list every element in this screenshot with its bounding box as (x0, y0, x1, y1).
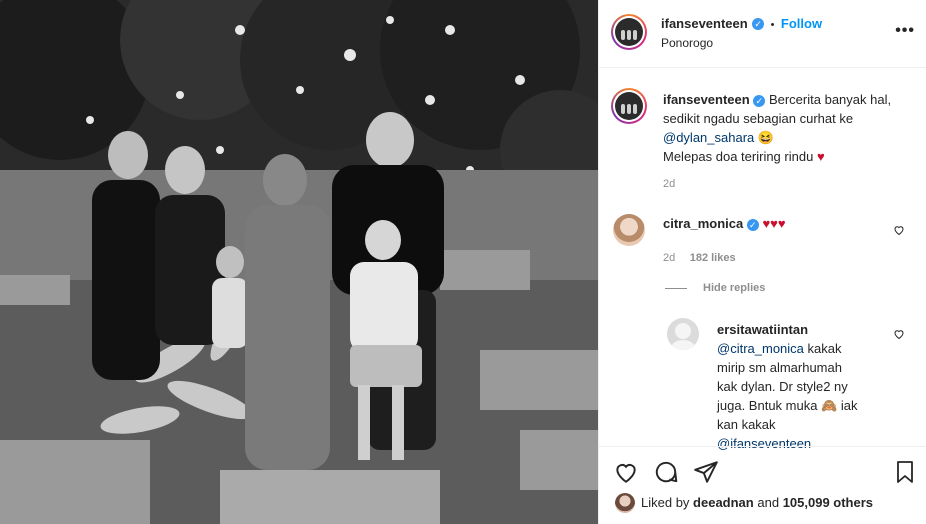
comment-username[interactable]: citra_monica (663, 216, 743, 231)
caption-time[interactable]: 2d (663, 178, 675, 190)
caption-username[interactable]: ifanseventeen (663, 92, 750, 107)
author-username[interactable]: ifanseventeen (661, 16, 748, 31)
laughing-emoji-icon: 😆 (757, 130, 775, 145)
liked-by: Liked by deeadnan and 105,099 others (641, 495, 873, 510)
reply-line-1: kakak (803, 341, 842, 356)
comment-like-heart-icon[interactable] (893, 224, 905, 236)
liked-by-avatar[interactable] (615, 493, 635, 513)
liked-by-and: and (757, 495, 780, 510)
hide-replies-button[interactable]: Hide replies (703, 282, 765, 294)
verified-badge-icon: ✓ (752, 17, 765, 30)
caption-author-avatar[interactable] (611, 88, 647, 124)
comment-likes[interactable]: 182 likes (690, 252, 736, 264)
caption-line-2: sedikit ngadu sebagian curhat ke (663, 111, 854, 126)
commenter-avatar[interactable] (613, 214, 645, 246)
reply-line-4-rest: iak (837, 398, 858, 413)
comment: citra_monica ✓ ♥♥♥ (663, 214, 786, 233)
reply: ersitawatiintan @citra_monica kakak miri… (717, 320, 917, 453)
verified-badge-icon: ✓ (753, 94, 766, 107)
post-side-panel: ifanseventeen ✓ • Follow Ponorogo ••• if… (598, 0, 926, 524)
comment-bubble-icon[interactable] (653, 459, 679, 485)
save-bookmark-icon[interactable] (893, 459, 917, 485)
reply-line-3: kak dylan. Dr style2 ny (717, 379, 848, 394)
liked-by-count[interactable]: 105,099 others (783, 495, 873, 510)
caption: ifanseventeen ✓ Bercerita banyak hal, se… (663, 90, 913, 166)
post-header: ifanseventeen ✓ • Follow Ponorogo ••• (599, 0, 926, 68)
photo-illustration (0, 0, 598, 524)
reply-line-2: mirip sm almarhumah (717, 360, 842, 375)
post-photo[interactable] (0, 0, 598, 524)
comment-text: ♥♥♥ (762, 216, 786, 231)
share-paper-plane-icon[interactable] (693, 459, 719, 485)
post-location[interactable]: Ponorogo (661, 36, 713, 50)
reply-line-4: juga. Bntuk muka (717, 398, 818, 413)
monkey-emoji-icon: 🙈 (821, 398, 838, 413)
liked-by-user[interactable]: deeadnan (693, 495, 754, 510)
replies-divider (665, 288, 687, 289)
comment-time[interactable]: 2d (663, 252, 675, 264)
separator-dot: • (770, 19, 775, 31)
like-heart-icon[interactable] (613, 459, 639, 485)
reply-avatar[interactable] (667, 318, 699, 350)
liked-by-prefix: Liked by (641, 495, 690, 510)
heart-emoji-icon: ♥ (816, 149, 825, 164)
author-avatar[interactable] (611, 14, 647, 50)
caption-line-1: Bercerita banyak hal, (768, 92, 892, 107)
reply-line-5: kan kakak (717, 417, 776, 432)
post-actions: Liked by deeadnan and 105,099 others (599, 446, 926, 524)
caption-line-3: Melepas doa teriring rindu (663, 149, 814, 164)
caption-mention[interactable]: @dylan_sahara (663, 130, 754, 145)
reply-like-heart-icon[interactable] (893, 328, 905, 340)
verified-badge-icon: ✓ (746, 218, 759, 231)
follow-button[interactable]: Follow (781, 16, 822, 31)
more-options-icon[interactable]: ••• (895, 22, 915, 40)
reply-mention[interactable]: @citra_monica (717, 341, 804, 356)
reply-username[interactable]: ersitawatiintan (717, 322, 808, 337)
